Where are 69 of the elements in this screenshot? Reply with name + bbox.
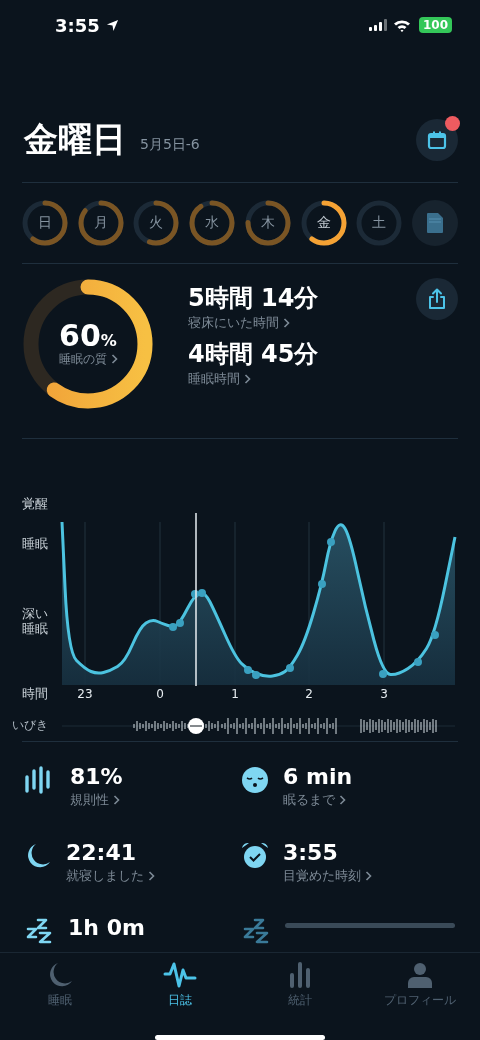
chevron-icon bbox=[339, 795, 346, 805]
day-ring-button[interactable]: 水 bbox=[189, 200, 236, 246]
share-button[interactable] bbox=[416, 278, 458, 320]
event-point bbox=[379, 670, 387, 678]
stat-value: 81% bbox=[70, 764, 123, 789]
calendar-icon bbox=[427, 130, 447, 150]
snore-label: いびき bbox=[12, 717, 48, 734]
hour-label: 0 bbox=[156, 687, 164, 701]
event-point bbox=[327, 538, 335, 546]
sleeping-face-icon bbox=[241, 766, 269, 794]
day-ring-button[interactable]: 火 bbox=[133, 200, 180, 246]
tab-button[interactable]: 統計 bbox=[240, 961, 360, 1023]
stat-value: 1h 0m bbox=[68, 915, 145, 941]
wave-icon bbox=[163, 961, 197, 989]
report-button[interactable] bbox=[411, 200, 458, 246]
stage-label: 睡眠 bbox=[22, 537, 49, 552]
day-ring-button[interactable]: 木 bbox=[244, 200, 291, 246]
day-title: 金曜日 bbox=[24, 118, 126, 161]
battery-level: 100 bbox=[418, 17, 452, 33]
quality-link[interactable]: 睡眠の質 bbox=[58, 350, 118, 368]
hour-label: 1 bbox=[231, 687, 239, 701]
tab-button[interactable]: プロフィール bbox=[360, 961, 480, 1023]
day-ring-button[interactable]: 月 bbox=[77, 200, 124, 246]
day-ring-button[interactable]: 日 bbox=[22, 200, 68, 246]
signal-icon bbox=[368, 19, 387, 31]
zzz-icon bbox=[241, 917, 271, 946]
event-point bbox=[286, 664, 294, 672]
chevron-icon bbox=[283, 318, 290, 328]
stat-link[interactable]: 就寝しました bbox=[66, 866, 155, 885]
hour-label: 23 bbox=[77, 687, 93, 701]
duration-link[interactable]: 睡眠時間 bbox=[188, 370, 251, 388]
hour-label: 2 bbox=[305, 687, 313, 701]
hour-label: 3 bbox=[380, 687, 388, 701]
event-point bbox=[431, 631, 439, 639]
event-point bbox=[318, 580, 326, 588]
stat-link[interactable]: 眠るまで bbox=[283, 791, 346, 809]
calendar-button[interactable] bbox=[416, 119, 458, 161]
chevron-icon bbox=[110, 354, 118, 364]
chevron-icon bbox=[148, 870, 155, 881]
share-icon bbox=[427, 288, 447, 310]
wifi-icon bbox=[392, 18, 411, 32]
duration-value: 4時間 45分 bbox=[188, 339, 319, 370]
stat-value: 22:41 bbox=[66, 839, 137, 865]
quality-percent: 60% bbox=[59, 320, 117, 351]
stat-value: 3:55 bbox=[283, 839, 338, 865]
chevron-icon bbox=[244, 374, 251, 384]
location-arrow-icon bbox=[105, 18, 119, 32]
status-time: 3:55 bbox=[55, 14, 100, 36]
event-point bbox=[414, 658, 422, 666]
stat-value: 6 min bbox=[283, 764, 353, 789]
date-range: 5月5日-6 bbox=[140, 136, 200, 154]
playhead-handle[interactable] bbox=[188, 718, 204, 734]
duration-value: 5時間 14分 bbox=[188, 283, 319, 314]
chevron-icon bbox=[113, 795, 120, 805]
stage-label: 深い睡眠 bbox=[22, 607, 49, 637]
day-ring-button[interactable]: 土 bbox=[356, 200, 403, 246]
profile-icon bbox=[406, 961, 434, 989]
tab-button[interactable]: 日誌 bbox=[120, 961, 240, 1023]
tab-button[interactable]: 睡眠 bbox=[0, 961, 120, 1023]
stage-label: 覚醒 bbox=[22, 497, 49, 512]
zzz-icon bbox=[24, 917, 54, 946]
axis-title: 時間 bbox=[22, 687, 49, 702]
stat-link[interactable]: 目覚めた時刻 bbox=[283, 866, 372, 885]
stat-link[interactable]: 規則性 bbox=[70, 791, 120, 809]
duration-link[interactable]: 寝床にいた時間 bbox=[188, 314, 290, 332]
document-icon bbox=[425, 212, 444, 234]
day-ring-button[interactable]: 金 bbox=[300, 200, 347, 246]
alarm-clock-icon bbox=[241, 841, 269, 870]
chevron-icon bbox=[365, 870, 372, 881]
